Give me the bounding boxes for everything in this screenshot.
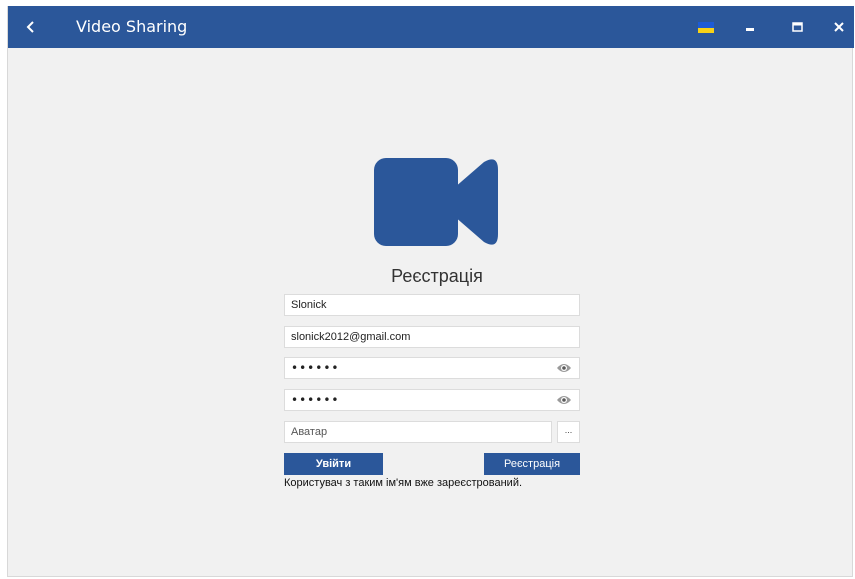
avatar-field[interactable] bbox=[284, 421, 552, 443]
minimize-button[interactable] bbox=[740, 16, 760, 38]
close-button[interactable] bbox=[828, 16, 850, 38]
password-confirm-field[interactable]: •••••• bbox=[284, 389, 580, 411]
avatar-input[interactable] bbox=[285, 422, 551, 442]
minimize-icon bbox=[746, 28, 754, 31]
title-bar: Video Sharing bbox=[8, 6, 854, 48]
email-input[interactable] bbox=[285, 327, 579, 347]
register-button[interactable]: Реєстрація bbox=[484, 453, 580, 475]
email-field[interactable] bbox=[284, 326, 580, 348]
maximize-icon bbox=[791, 22, 803, 32]
username-field[interactable] bbox=[284, 294, 580, 316]
eye-icon[interactable] bbox=[556, 362, 572, 374]
error-message: Користувач з таким ім'ям вже зареєстрова… bbox=[284, 477, 523, 489]
password-field[interactable]: •••••• bbox=[284, 357, 580, 379]
maximize-button[interactable] bbox=[786, 16, 808, 38]
password-confirm-input[interactable]: •••••• bbox=[285, 393, 556, 407]
chevron-left-icon bbox=[26, 21, 34, 33]
window-title: Video Sharing bbox=[76, 17, 188, 36]
password-input[interactable]: •••••• bbox=[285, 361, 556, 375]
browse-button[interactable]: ... bbox=[557, 421, 580, 443]
language-button[interactable] bbox=[698, 22, 714, 33]
video-camera-icon bbox=[374, 158, 498, 246]
app-window: Video Sharing Реєстрація Slonick slonick… bbox=[7, 6, 854, 577]
username-input[interactable] bbox=[285, 295, 579, 315]
back-button[interactable] bbox=[18, 14, 44, 40]
form-title: Реєстрація bbox=[391, 266, 483, 286]
flag-bottom-stripe bbox=[698, 28, 714, 33]
eye-icon[interactable] bbox=[556, 394, 572, 406]
login-button[interactable]: Увійти bbox=[284, 453, 383, 475]
close-icon bbox=[834, 22, 844, 32]
